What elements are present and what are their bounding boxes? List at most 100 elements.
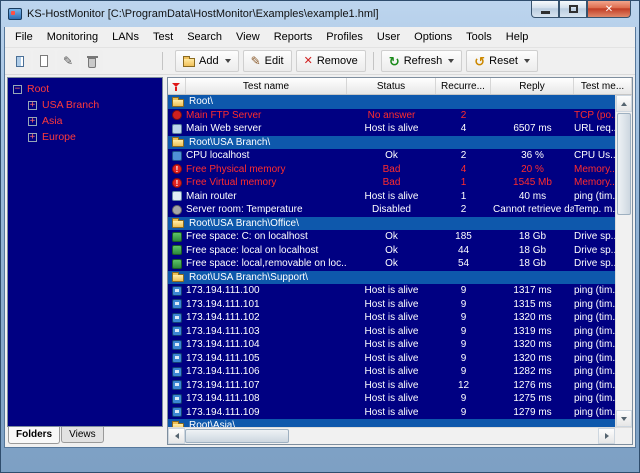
scroll-down-button[interactable] bbox=[616, 410, 632, 427]
menu-item-options[interactable]: Options bbox=[407, 27, 459, 47]
edit-button[interactable]: ✎ Edit bbox=[243, 50, 292, 72]
test-row[interactable]: 173.194.111.108Host is alive91275 msping… bbox=[168, 392, 615, 406]
test-row[interactable]: Server room: TemperatureDisabled2Cannot … bbox=[168, 203, 615, 217]
menu-item-monitoring[interactable]: Monitoring bbox=[40, 27, 105, 47]
column-header-reply[interactable]: Reply bbox=[491, 78, 574, 94]
edit-pen-button[interactable]: ✎ bbox=[57, 50, 79, 72]
menu-item-tools[interactable]: Tools bbox=[459, 27, 499, 47]
menu-item-search[interactable]: Search bbox=[180, 27, 229, 47]
test-row[interactable]: 173.194.111.104Host is alive91320 msping… bbox=[168, 338, 615, 352]
test-row[interactable]: Free Virtual memoryBad11545 MbMemory... bbox=[168, 176, 615, 190]
toolbar: ✎ Add ✎ Edit ✕ Remove ↻ bbox=[5, 48, 635, 75]
test-name: 173.194.111.103 bbox=[186, 325, 347, 339]
menu-item-lans[interactable]: LANs bbox=[105, 27, 146, 47]
new-file-button[interactable] bbox=[33, 50, 55, 72]
group-row[interactable]: Root\USA Branch\Office\ bbox=[168, 217, 615, 231]
minimize-button[interactable] bbox=[531, 1, 559, 18]
refresh-button-label: Refresh bbox=[404, 55, 443, 67]
main-area: −Root+USA Branch+Asia+Europe FoldersView… bbox=[5, 75, 635, 447]
menu-item-user[interactable]: User bbox=[370, 27, 407, 47]
tree-node-europe[interactable]: +Europe bbox=[8, 129, 162, 145]
test-row[interactable]: 173.194.111.103Host is alive91319 msping… bbox=[168, 325, 615, 339]
maximize-button[interactable] bbox=[559, 1, 587, 18]
menu-item-profiles[interactable]: Profiles bbox=[319, 27, 370, 47]
vertical-scroll-thumb[interactable] bbox=[617, 113, 631, 215]
scroll-up-button[interactable] bbox=[616, 95, 632, 112]
test-reply: 1320 ms bbox=[491, 338, 574, 352]
horizontal-scroll-track[interactable] bbox=[185, 428, 598, 444]
reset-button[interactable]: ↺ Reset bbox=[466, 50, 538, 72]
close-button[interactable]: ✕ bbox=[587, 1, 631, 18]
test-status: Host is alive bbox=[347, 352, 436, 366]
test-row[interactable]: 173.194.111.102Host is alive91320 msping… bbox=[168, 311, 615, 325]
tree-node-usa-branch[interactable]: +USA Branch bbox=[8, 97, 162, 113]
expand-icon[interactable]: + bbox=[28, 117, 37, 126]
group-row[interactable]: Root\USA Branch\Support\ bbox=[168, 271, 615, 285]
test-reply: 6507 ms bbox=[491, 122, 574, 136]
collapse-icon[interactable]: − bbox=[13, 85, 22, 94]
test-reply: 1275 ms bbox=[491, 392, 574, 406]
menu-item-file[interactable]: File bbox=[8, 27, 40, 47]
tree-node-asia[interactable]: +Asia bbox=[8, 113, 162, 129]
group-row[interactable]: Root\ bbox=[168, 95, 615, 109]
test-row[interactable]: Main routerHost is alive140 msping (tim.… bbox=[168, 190, 615, 204]
column-header-recurre[interactable]: Recurre... bbox=[436, 78, 491, 94]
column-header-status[interactable]: Status bbox=[347, 78, 436, 94]
menu-item-help[interactable]: Help bbox=[499, 27, 536, 47]
filter-icon bbox=[172, 82, 181, 91]
test-row[interactable]: 173.194.111.105Host is alive91320 msping… bbox=[168, 352, 615, 366]
tab-views[interactable]: Views bbox=[61, 427, 104, 443]
horizontal-scrollbar[interactable] bbox=[168, 428, 615, 444]
add-button-label: Add bbox=[199, 55, 219, 67]
horizontal-scroll-thumb[interactable] bbox=[185, 429, 289, 443]
column-header-test-me[interactable]: Test me... bbox=[574, 78, 632, 94]
arrow-up-icon bbox=[621, 102, 627, 106]
test-row[interactable]: 173.194.111.109Host is alive91279 msping… bbox=[168, 406, 615, 420]
test-row[interactable]: 173.194.111.100Host is alive91317 msping… bbox=[168, 284, 615, 298]
test-row[interactable]: Free space: C: on localhostOk18518 GbDri… bbox=[168, 230, 615, 244]
vertical-scroll-track[interactable] bbox=[616, 112, 632, 410]
app-icon bbox=[8, 8, 22, 20]
toolbar-left-group: ✎ bbox=[9, 50, 159, 72]
test-method: Memory... bbox=[574, 176, 615, 190]
delete-button[interactable] bbox=[81, 50, 103, 72]
scroll-left-button[interactable] bbox=[168, 428, 185, 444]
test-row[interactable]: 173.194.111.101Host is alive91315 msping… bbox=[168, 298, 615, 312]
test-row[interactable]: 173.194.111.106Host is alive91282 msping… bbox=[168, 365, 615, 379]
test-reply: 40 ms bbox=[491, 190, 574, 204]
folders-panel-button[interactable] bbox=[9, 50, 31, 72]
test-row[interactable]: Free Physical memoryBad420 %Memory... bbox=[168, 163, 615, 177]
menu-item-test[interactable]: Test bbox=[146, 27, 180, 47]
test-recurrences: 9 bbox=[436, 284, 491, 298]
group-row[interactable]: Root\Asia\ bbox=[168, 419, 615, 427]
test-name: Free Virtual memory bbox=[186, 176, 347, 190]
vertical-scrollbar[interactable] bbox=[615, 95, 632, 427]
menu-item-view[interactable]: View bbox=[229, 27, 267, 47]
test-icon-cell bbox=[168, 176, 186, 190]
filter-column-header[interactable] bbox=[168, 78, 186, 94]
add-button[interactable]: Add bbox=[175, 50, 239, 72]
reset-button-label: Reset bbox=[489, 55, 518, 67]
test-row[interactable]: CPU localhostOk236 %CPU Us... bbox=[168, 149, 615, 163]
expand-icon[interactable]: + bbox=[28, 133, 37, 142]
arrow-right-icon bbox=[605, 433, 609, 439]
test-row[interactable]: Main Web serverHost is alive46507 msURL … bbox=[168, 122, 615, 136]
tab-folders[interactable]: Folders bbox=[8, 427, 60, 444]
add-folder-icon bbox=[183, 58, 195, 67]
folders-panel-icon bbox=[16, 56, 24, 67]
test-recurrences: 9 bbox=[436, 352, 491, 366]
expand-icon[interactable]: + bbox=[28, 101, 37, 110]
refresh-button[interactable]: ↻ Refresh bbox=[381, 50, 462, 72]
test-row[interactable]: Main FTP ServerNo answer2TCP (po... bbox=[168, 109, 615, 123]
tree-node-root[interactable]: −Root bbox=[8, 81, 162, 97]
group-row[interactable]: Root\USA Branch\ bbox=[168, 136, 615, 150]
test-recurrences: 9 bbox=[436, 365, 491, 379]
test-recurrences: 9 bbox=[436, 311, 491, 325]
scroll-right-button[interactable] bbox=[598, 428, 615, 444]
remove-button[interactable]: ✕ Remove bbox=[296, 50, 366, 72]
column-header-test-name[interactable]: Test name bbox=[186, 78, 347, 94]
test-row[interactable]: 173.194.111.107Host is alive121276 mspin… bbox=[168, 379, 615, 393]
menu-item-reports[interactable]: Reports bbox=[267, 27, 320, 47]
test-row[interactable]: Free space: local,removable on loc...Ok5… bbox=[168, 257, 615, 271]
test-row[interactable]: Free space: local on localhostOk4418 GbD… bbox=[168, 244, 615, 258]
